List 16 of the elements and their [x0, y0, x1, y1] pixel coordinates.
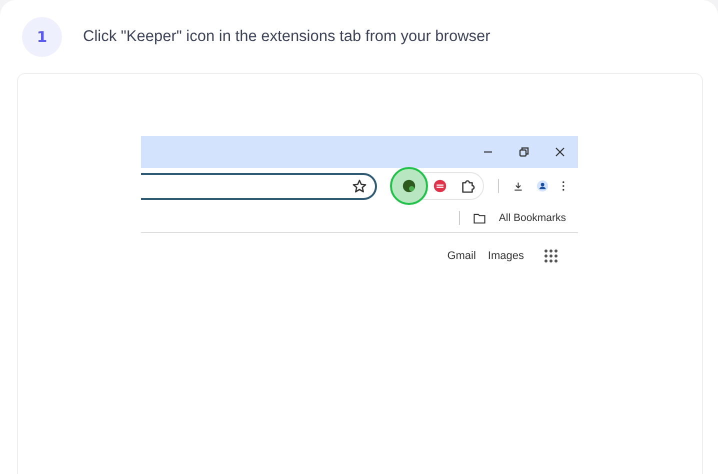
puzzle-icon[interactable]	[460, 178, 475, 194]
address-bar[interactable]	[141, 172, 377, 200]
profile-icon[interactable]	[537, 178, 548, 194]
step-number: 1	[22, 17, 62, 57]
star-icon[interactable]	[352, 178, 367, 194]
extension-icon[interactable]	[402, 179, 416, 193]
step-instruction: Click "Keeper" icon in the extensions tab from your browser	[83, 28, 490, 46]
extension-icon[interactable]	[433, 179, 447, 193]
apps-grid-icon[interactable]	[544, 249, 558, 263]
header-link[interactable]: Images	[488, 250, 524, 262]
more-icon[interactable]	[562, 179, 565, 193]
close-icon[interactable]	[554, 146, 566, 158]
folder-icon[interactable]	[472, 212, 487, 224]
header-link[interactable]: Gmail	[447, 250, 476, 262]
restore-icon[interactable]	[518, 146, 530, 158]
bookmarks-label[interactable]: All Bookmarks	[498, 212, 566, 224]
